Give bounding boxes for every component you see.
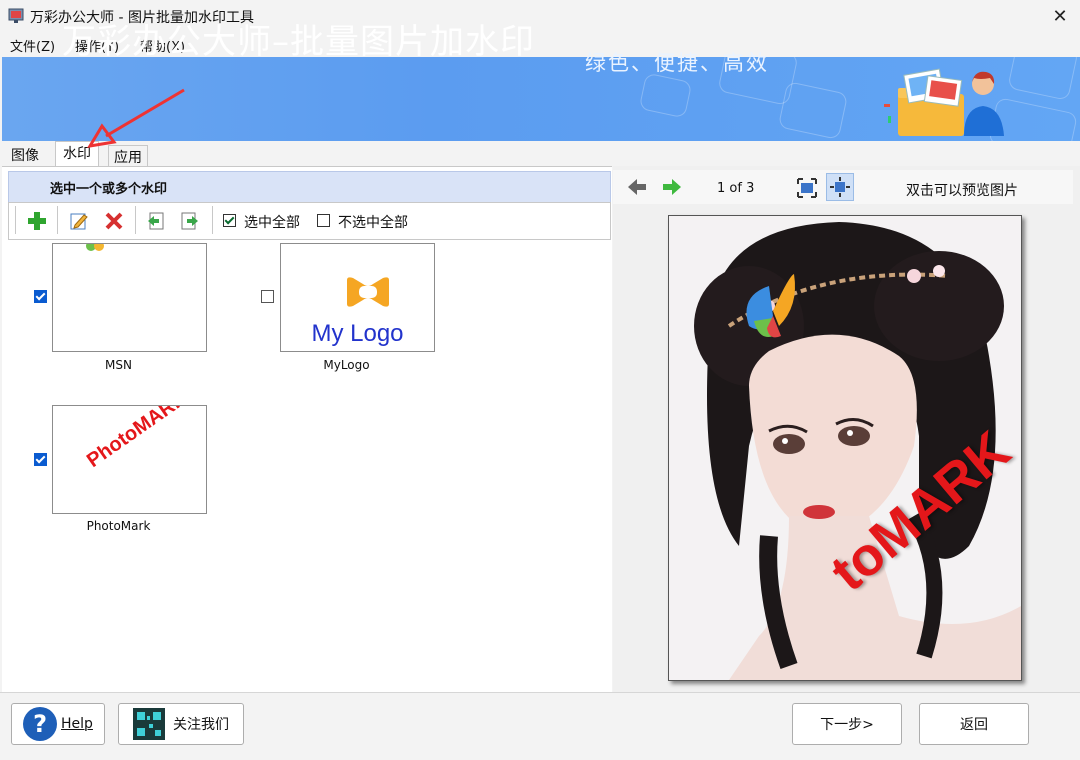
deselect-all-label[interactable]: 不选中全部 bbox=[338, 212, 408, 232]
preview-image[interactable]: toMARK bbox=[668, 215, 1022, 681]
annotation-arrow bbox=[80, 86, 190, 152]
deselect-all-checkbox[interactable] bbox=[317, 214, 330, 227]
qr-code-icon bbox=[133, 708, 165, 740]
toolbar-divider bbox=[212, 206, 213, 234]
fit-image-icon[interactable] bbox=[797, 178, 817, 198]
watermark-thumbnail-msn[interactable] bbox=[52, 243, 207, 352]
help-icon: ? bbox=[23, 707, 58, 741]
close-button[interactable]: ✕ bbox=[1044, 2, 1076, 30]
banner-illustration bbox=[880, 64, 1010, 138]
follow-us-label: 关注我们 bbox=[173, 717, 229, 733]
banner-slogan: 绿色、便捷、高效 bbox=[585, 51, 769, 75]
logo-text: My Logo bbox=[311, 320, 404, 347]
delete-icon[interactable] bbox=[101, 208, 127, 234]
page-indicator: 1 of 3 bbox=[717, 181, 755, 196]
list-header-title: 选中一个或多个水印 bbox=[50, 182, 168, 197]
watermark-name-photomark: PhotoMark bbox=[86, 519, 151, 533]
watermark-toolbar bbox=[8, 202, 611, 240]
preview-hint: 双击可以预览图片 bbox=[906, 183, 1018, 199]
add-icon[interactable] bbox=[24, 208, 50, 234]
watermark-thumbnail-photomark[interactable]: PhotoMARK bbox=[52, 405, 207, 514]
watermark-thumbnail-mylogo[interactable]: My Logo bbox=[280, 243, 435, 352]
watermark-name-mylogo: MyLogo bbox=[323, 358, 370, 372]
menu-file[interactable]: 文件(Z) bbox=[10, 36, 55, 55]
select-all-label[interactable]: 选中全部 bbox=[244, 212, 300, 232]
banner-title: 万彩办公大师–批量图片加水印 bbox=[62, 22, 535, 62]
toolbar-divider bbox=[15, 206, 16, 234]
app-icon bbox=[8, 8, 24, 24]
actual-size-icon[interactable] bbox=[826, 173, 854, 201]
import-icon[interactable] bbox=[143, 208, 169, 234]
toolbar-divider bbox=[135, 206, 136, 234]
prev-arrow-icon[interactable] bbox=[627, 178, 647, 200]
help-label: Help bbox=[61, 716, 93, 732]
export-icon[interactable] bbox=[177, 208, 203, 234]
watermark-checkbox-photomark[interactable] bbox=[34, 453, 47, 466]
watermark-checkbox-mylogo[interactable] bbox=[261, 290, 274, 303]
watermark-name-msn: MSN bbox=[105, 358, 132, 372]
next-arrow-icon[interactable] bbox=[662, 178, 682, 200]
back-button[interactable]: 返回 bbox=[919, 703, 1029, 745]
follow-us-button[interactable]: 关注我们 bbox=[118, 703, 244, 745]
photomark-text: PhotoMARK bbox=[83, 405, 192, 473]
select-all-checkbox[interactable] bbox=[223, 214, 236, 227]
next-button[interactable]: 下一步> bbox=[792, 703, 902, 745]
help-button[interactable]: ? Help bbox=[11, 703, 105, 745]
watermark-checkbox-msn[interactable] bbox=[34, 290, 47, 303]
edit-icon[interactable] bbox=[66, 208, 92, 234]
toolbar-divider bbox=[57, 206, 58, 234]
logo-icon bbox=[343, 274, 393, 314]
